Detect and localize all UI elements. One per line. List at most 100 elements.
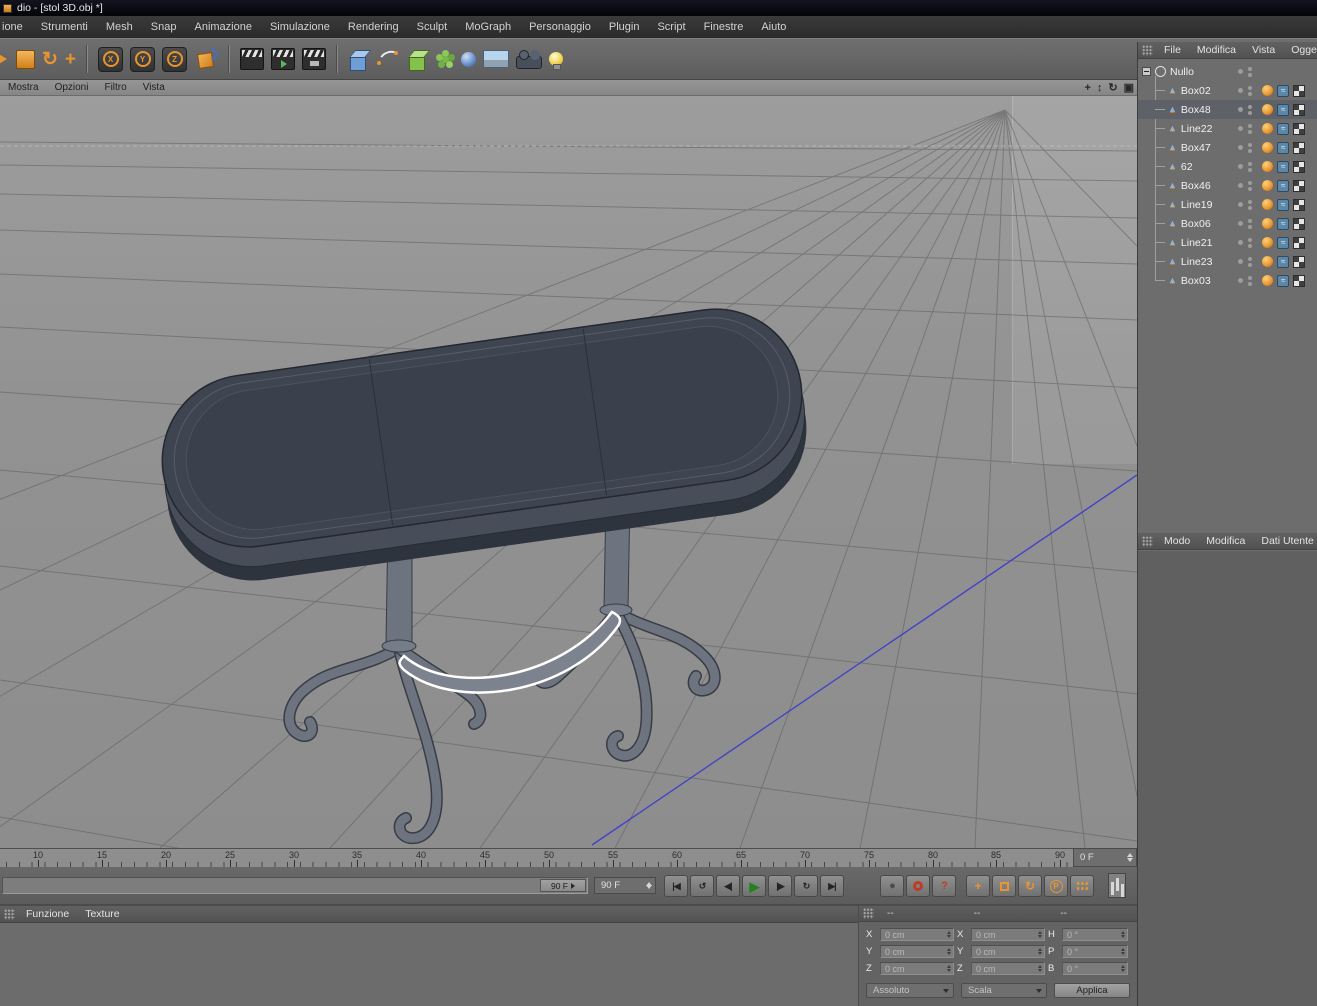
tab-funzione[interactable]: Funzione (18, 906, 77, 923)
content-browser-icon[interactable] (1108, 873, 1126, 898)
uvw-tag-icon[interactable] (1293, 255, 1305, 268)
coordinate-system-icon[interactable] (194, 47, 218, 71)
previous-frame-button[interactable]: ◀| (716, 875, 740, 897)
timeline-ruler[interactable]: 10 15 20 25 30 35 40 45 50 55 60 65 70 7… (0, 848, 1073, 868)
pan-icon[interactable]: + (1084, 82, 1090, 94)
om-tab-vista[interactable]: Vista (1244, 42, 1283, 59)
om-tab-file[interactable]: File (1156, 42, 1189, 59)
axis-y-lock-button[interactable]: Y (130, 46, 156, 72)
key-position-button[interactable]: + (966, 875, 990, 897)
visibility-dots[interactable] (1231, 180, 1259, 191)
camera-icon[interactable] (516, 50, 543, 69)
scale-dropdown[interactable]: Scala (961, 983, 1047, 998)
uvw-tag-icon[interactable] (1293, 179, 1305, 192)
uvw-tag-icon[interactable] (1293, 198, 1305, 211)
tab-texture[interactable]: Texture (77, 906, 127, 923)
visibility-dots[interactable] (1231, 199, 1259, 210)
uvw-tag-icon[interactable] (1293, 160, 1305, 173)
visibility-dots[interactable] (1231, 123, 1259, 134)
panel-grip-icon[interactable] (4, 908, 15, 920)
panel-grip-icon[interactable] (863, 908, 874, 919)
visibility-dots[interactable] (1231, 161, 1259, 172)
visibility-dots[interactable] (1231, 218, 1259, 229)
render-picture-viewer-icon[interactable] (271, 48, 296, 70)
uvw-tag-icon[interactable] (1293, 236, 1305, 249)
phong-tag-icon[interactable]: ≈ (1277, 160, 1289, 173)
timeline-slider[interactable]: 90 F (2, 877, 588, 894)
rotation-p-field[interactable]: 0 ° (1062, 945, 1128, 958)
am-tab-dati-utente[interactable]: Dati Utente (1253, 533, 1317, 550)
menu-item-rendering[interactable]: Rendering (339, 16, 408, 38)
current-frame-spinner[interactable]: 90 F (594, 877, 656, 894)
previous-key-button[interactable]: ↺ (690, 875, 714, 897)
material-tag-icon[interactable] (1262, 123, 1273, 134)
selected-spline[interactable] (398, 610, 622, 694)
phong-tag-icon[interactable]: ≈ (1277, 179, 1289, 192)
panel-grip-icon[interactable] (1142, 535, 1153, 547)
menu-item-script[interactable]: Script (648, 16, 694, 38)
render-settings-icon[interactable] (302, 48, 327, 70)
menu-item-personaggio[interactable]: Personaggio (520, 16, 600, 38)
material-tag-icon[interactable] (1262, 256, 1273, 267)
menu-item-animazione[interactable]: Animazione (185, 16, 260, 38)
viewport-canvas[interactable] (0, 96, 1137, 848)
material-tag-icon[interactable] (1262, 142, 1273, 153)
visibility-dots[interactable] (1231, 275, 1259, 286)
key-rotation-button[interactable]: ↻ (1018, 875, 1042, 897)
rotation-b-field[interactable]: 0 ° (1062, 962, 1128, 975)
menu-item-selezione[interactable]: ione (0, 16, 32, 38)
key-scale-button[interactable] (992, 875, 1016, 897)
material-tag-icon[interactable] (1262, 161, 1273, 172)
phong-tag-icon[interactable]: ≈ (1277, 122, 1289, 135)
phong-tag-icon[interactable]: ≈ (1277, 84, 1289, 97)
tree-row-line19[interactable]: ▲ Line19 ≈ (1138, 195, 1317, 214)
vp-menu-mostra[interactable]: Mostra (0, 82, 47, 93)
undo-icon[interactable] (0, 50, 9, 68)
autokey-button[interactable] (906, 875, 930, 897)
generators-icon[interactable] (407, 48, 429, 71)
menu-item-strumenti[interactable]: Strumenti (32, 16, 97, 38)
size-y-field[interactable]: 0 cm (971, 945, 1045, 958)
environment-icon[interactable] (483, 50, 510, 68)
next-frame-button[interactable]: |▶ (768, 875, 792, 897)
axis-z-lock-button[interactable]: Z (162, 46, 188, 72)
collapse-icon[interactable] (1142, 67, 1151, 76)
play-button[interactable]: ▶ (742, 875, 766, 897)
phong-tag-icon[interactable]: ≈ (1277, 274, 1289, 287)
position-x-field[interactable]: 0 cm (880, 928, 954, 941)
material-tag-icon[interactable] (1262, 275, 1273, 286)
visibility-dots[interactable] (1231, 85, 1259, 96)
menu-item-finestre[interactable]: Finestre (695, 16, 753, 38)
material-tag-icon[interactable] (1262, 180, 1273, 191)
om-tab-modifica[interactable]: Modifica (1189, 42, 1244, 59)
goto-start-button[interactable]: |◀ (664, 875, 688, 897)
record-button[interactable]: ● (880, 875, 904, 897)
tree-row-line23[interactable]: ▲ Line23 ≈ (1138, 252, 1317, 271)
material-tag-icon[interactable] (1262, 237, 1273, 248)
tree-row-box47[interactable]: ▲ Box47 ≈ (1138, 138, 1317, 157)
uvw-tag-icon[interactable] (1293, 84, 1305, 97)
key-parameter-button[interactable]: P (1044, 875, 1068, 897)
primitives-icon[interactable] (348, 48, 370, 71)
next-key-button[interactable]: ↻ (794, 875, 818, 897)
visibility-dots[interactable] (1231, 256, 1259, 267)
tree-row-nullo[interactable]: Nullo (1138, 62, 1317, 81)
uvw-tag-icon[interactable] (1293, 122, 1305, 135)
size-z-field[interactable]: 0 cm (971, 962, 1045, 975)
frame-spinner[interactable]: 0 F (1073, 848, 1137, 867)
visibility-dots[interactable] (1231, 104, 1259, 115)
light-icon[interactable] (549, 52, 564, 70)
tree-row-line22[interactable]: ▲ Line22 ≈ (1138, 119, 1317, 138)
uvw-tag-icon[interactable] (1293, 217, 1305, 230)
key-selection-button[interactable] (1070, 875, 1094, 897)
move-tool-icon[interactable]: + (65, 50, 76, 69)
maximize-view-icon[interactable]: ▣ (1124, 82, 1134, 94)
visibility-dots[interactable] (1231, 142, 1259, 153)
phong-tag-icon[interactable]: ≈ (1277, 198, 1289, 211)
material-tag-icon[interactable] (1262, 85, 1273, 96)
menu-item-sculpt[interactable]: Sculpt (408, 16, 457, 38)
vp-menu-opzioni[interactable]: Opzioni (47, 82, 97, 93)
uvw-tag-icon[interactable] (1293, 141, 1305, 154)
menu-item-aiuto[interactable]: Aiuto (752, 16, 795, 38)
tree-row-box46[interactable]: ▲ Box46 ≈ (1138, 176, 1317, 195)
